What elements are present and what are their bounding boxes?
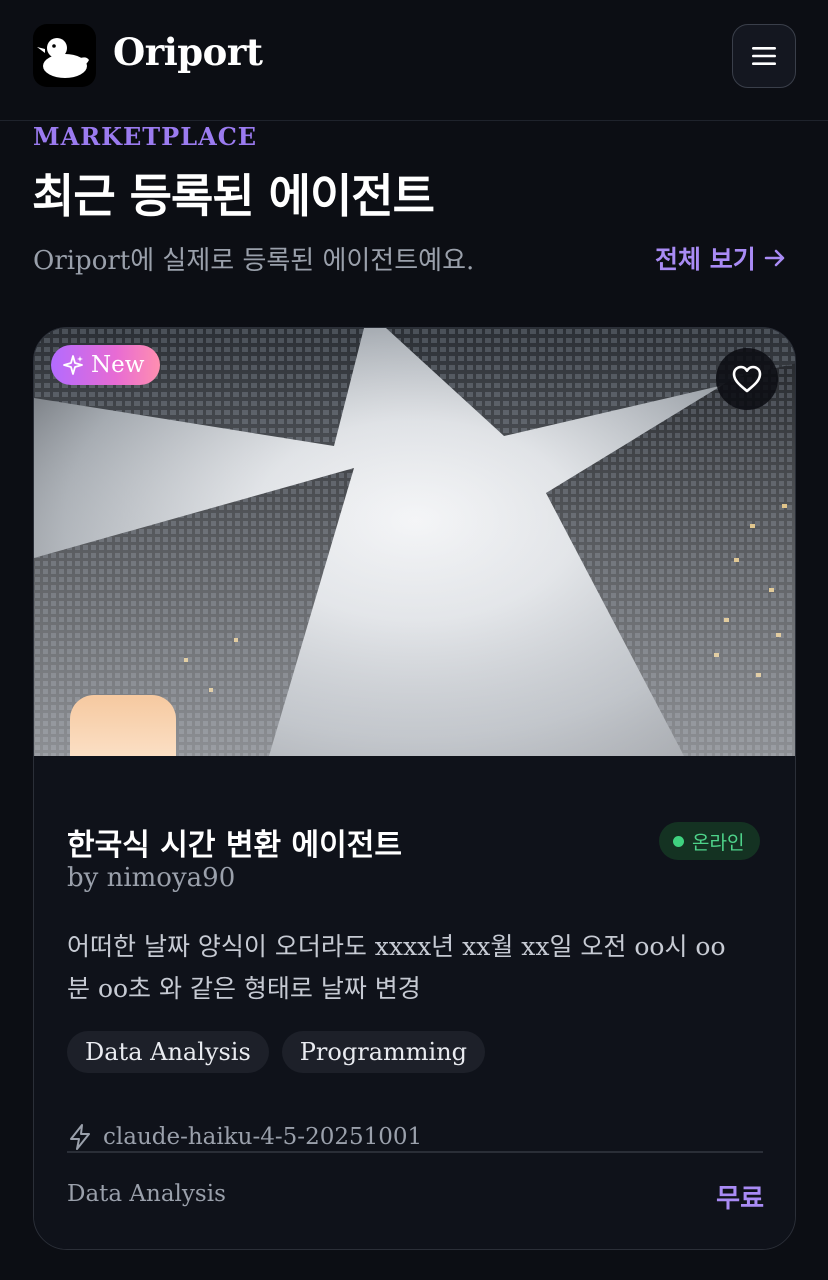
tag-item[interactable]: Programming (281, 1031, 486, 1073)
heart-icon (732, 365, 762, 393)
agent-avatar (70, 695, 176, 756)
tag-list: Data Analysis Programming (67, 1031, 486, 1073)
menu-button[interactable] (732, 24, 796, 88)
footer-category: Data Analysis (67, 1181, 226, 1207)
hamburger-menu-icon (752, 47, 776, 65)
new-badge: New (51, 345, 161, 385)
app-header: Oriport (0, 0, 828, 121)
status-dot (673, 835, 684, 847)
arrow-right-icon (764, 249, 784, 267)
duck-icon[interactable] (33, 24, 96, 87)
section-subtitle: Oriport에 실제로 등록된 에이전트예요. (33, 246, 475, 276)
status-label: 온라인 (692, 831, 745, 854)
agent-title[interactable]: 한국식 시간 변환 에이전트 (67, 820, 402, 864)
agent-card[interactable]: New 한국식 시간 변환 에이전트 by nimoya90 온라인 어떠한 날… (33, 327, 796, 1250)
agent-description: 어떠한 날짜 양식이 오더라도 xxxx년 xx월 xx일 오전 oo시 oo분… (67, 932, 726, 1003)
model-name: claude-haiku-4-5-20251001 (103, 1124, 423, 1150)
favorite-button[interactable] (716, 348, 778, 410)
brand-name[interactable]: Oriport (113, 30, 263, 74)
agent-card-body: 한국식 시간 변환 에이전트 by nimoya90 온라인 어떠한 날짜 양식… (34, 756, 795, 1249)
agent-author[interactable]: by nimoya90 (67, 863, 235, 893)
view-all-label: 전체 보기 (655, 245, 756, 274)
price-label: 무료 (716, 1184, 764, 1214)
status-badge: 온라인 (659, 822, 761, 860)
tag-item[interactable]: Data Analysis (67, 1031, 269, 1073)
lightning-icon (70, 1124, 90, 1150)
sparkle-icon (63, 355, 83, 375)
agent-cover-image: New (34, 328, 795, 756)
new-badge-label: New (91, 352, 145, 378)
section-title: 최근 등록된 에이전트 (32, 169, 435, 223)
card-divider (67, 1151, 763, 1153)
model-info: claude-haiku-4-5-20251001 (67, 1123, 422, 1151)
section-eyebrow: MARKETPLACE (33, 122, 258, 151)
view-all-link[interactable]: 전체 보기 (655, 240, 786, 276)
